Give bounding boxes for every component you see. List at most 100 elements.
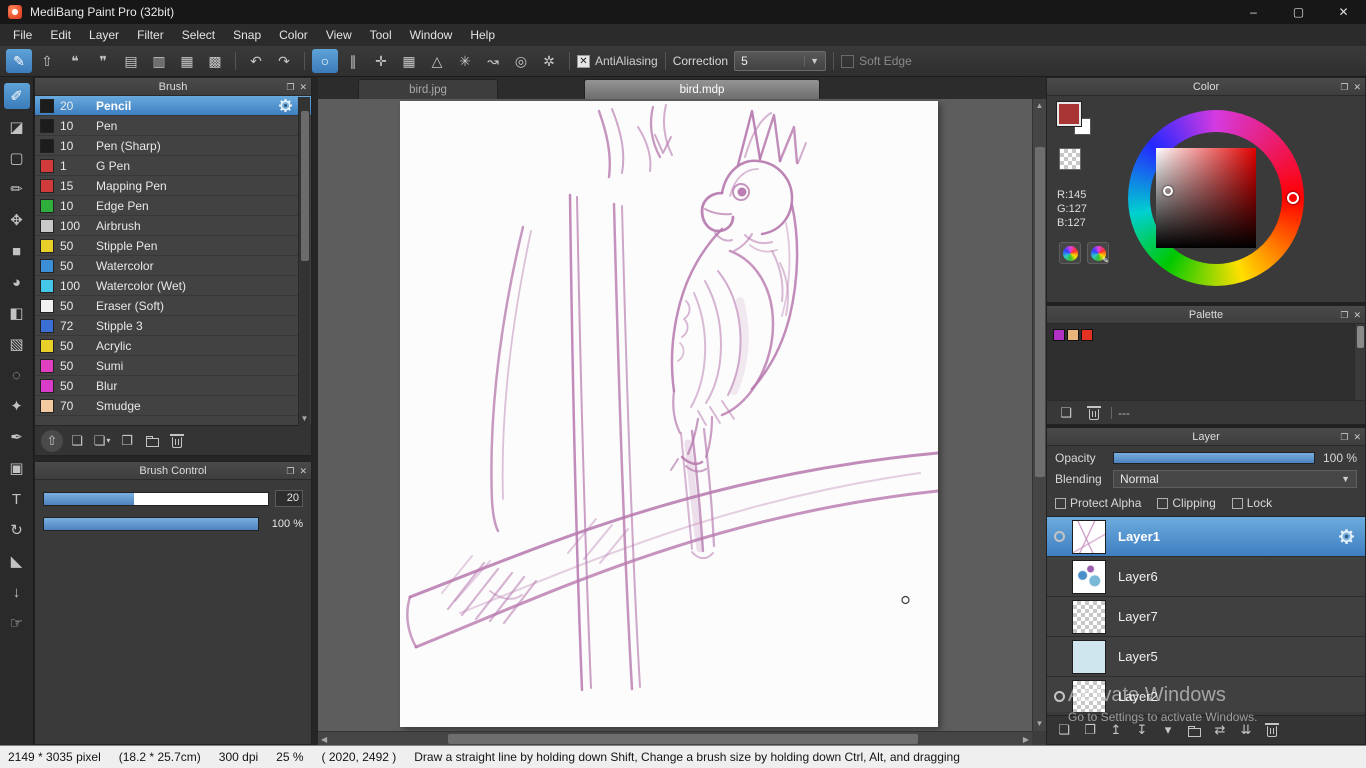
layer-visibility-icon[interactable] [1054,691,1065,702]
toolbar-notes-button[interactable]: ▥ [146,49,172,73]
toolbar-publish-button[interactable]: ⇧ [34,49,60,73]
snap-vanishing-button[interactable]: △ [424,49,450,73]
brush-row[interactable]: 50 Sumi [35,356,311,376]
minimize-button[interactable]: – [1231,0,1276,24]
delete-layer-button[interactable] [1261,719,1283,741]
layer-opacity-slider[interactable] [1113,452,1315,464]
toolbar-comment-button[interactable]: ❝ [62,49,88,73]
brush-row[interactable]: 50 Acrylic [35,336,311,356]
scroll-left-icon[interactable]: ◀ [321,735,327,745]
menu-window[interactable]: Window [401,24,462,46]
layer-row[interactable]: Layer2 [1047,677,1365,712]
palette-swatch[interactable] [1053,329,1065,341]
menu-tool[interactable]: Tool [361,24,401,46]
brush-row[interactable]: 50 Blur [35,376,311,396]
canvas-tab[interactable]: bird.mdp [584,79,820,99]
add-brush-button[interactable]: ❏ [66,430,88,452]
move-layer-down-button[interactable]: ↧ [1131,719,1153,741]
canvas-tab[interactable]: bird.jpg [358,79,498,99]
tool-lasso-button[interactable]: ◌ [4,362,30,388]
brush-list-scrollbar[interactable]: ▼ [298,97,310,426]
merge-layer-button[interactable]: ⇊ [1235,719,1257,741]
snap-radial-button[interactable]: ✳ [452,49,478,73]
snap-crisscross-button[interactable]: ✛ [368,49,394,73]
menu-edit[interactable]: Edit [41,24,80,46]
layer-menu-button[interactable]: ▾ [1157,719,1179,741]
layer-folder-button[interactable] [1183,719,1205,741]
close-icon[interactable]: ✕ [299,82,307,93]
antialiasing-checkbox[interactable]: ✕ AntiAliasing [577,54,658,68]
canvas-viewport[interactable]: ▲ ▼ ◀ ▶ [318,99,1046,745]
tool-fill-rect-button[interactable]: ■ [4,238,30,264]
layer-row[interactable]: Layer5 [1047,637,1365,677]
layer-row[interactable]: Layer6 [1047,557,1365,597]
layer-row[interactable]: Layer1 [1047,517,1365,557]
popout-icon[interactable]: ❐ [286,82,294,93]
brush-size-slider[interactable] [43,491,269,506]
add-color-button[interactable]: ❏ [1055,402,1077,424]
tool-bucket-button[interactable]: ◕ [4,269,30,295]
tool-hand-button[interactable]: ☞ [4,610,30,636]
close-icon[interactable]: ✕ [1353,82,1361,93]
scroll-right-icon[interactable]: ▶ [1023,735,1029,745]
menu-color[interactable]: Color [270,24,317,46]
scroll-down-icon[interactable]: ▼ [301,414,309,424]
snap-ellipse-button[interactable]: ◎ [508,49,534,73]
menu-filter[interactable]: Filter [128,24,173,46]
duplicate-brush-button[interactable]: ❐ [116,430,138,452]
tool-brush-button[interactable]: ✐ [3,83,30,109]
scroll-down-icon[interactable]: ▼ [1036,719,1044,729]
add-brush-menu-button[interactable]: ❏ ▾ [91,430,113,452]
saturation-value-marker[interactable] [1163,186,1173,196]
layer-settings-gear-icon[interactable] [1338,528,1355,545]
menu-file[interactable]: File [4,24,41,46]
snap-grid-button[interactable]: ▦ [396,49,422,73]
duplicate-layer-button[interactable]: ❐ [1079,719,1101,741]
toolbar-pages-button[interactable]: ▤ [118,49,144,73]
tool-div-button[interactable]: ↓ [4,579,30,605]
toolbar-brush-button[interactable]: ✎ [6,49,32,73]
snap-off-button[interactable]: ○ [312,49,338,73]
close-icon[interactable]: ✕ [1353,432,1361,443]
palette-swatch[interactable] [1081,329,1093,341]
tool-magic-wand-button[interactable]: ✦ [4,393,30,419]
palette-scrollbar[interactable] [1354,324,1365,400]
brush-row[interactable]: 100 Watercolor (Wet) [35,276,311,296]
snap-settings-button[interactable]: ✲ [536,49,562,73]
clipping-checkbox[interactable]: Clipping [1157,496,1216,510]
horizontal-scrollbar[interactable]: ◀ ▶ [318,731,1032,745]
tool-pen-button[interactable]: ✒ [4,424,30,450]
toolbar-materials-button[interactable]: ▩ [202,49,228,73]
hue-marker[interactable] [1287,192,1299,204]
snap-curve-button[interactable]: ↝ [480,49,506,73]
brush-row[interactable]: 72 Stipple 3 [35,316,311,336]
close-icon[interactable]: ✕ [299,466,307,477]
snap-parallel-button[interactable]: ∥ [340,49,366,73]
menu-view[interactable]: View [317,24,361,46]
popout-icon[interactable]: ❐ [1340,82,1348,93]
layer-row[interactable]: Layer7 [1047,597,1365,637]
vertical-scrollbar[interactable]: ▲ ▼ [1032,99,1046,731]
toolbar-chat-button[interactable]: ❞ [90,49,116,73]
lock-checkbox[interactable]: Lock [1231,496,1272,510]
brush-row[interactable]: 20 Pencil [35,96,311,116]
tool-select-button[interactable]: ▧ [4,331,30,357]
scroll-up-icon[interactable]: ▲ [1036,101,1044,111]
brush-row[interactable]: 100 Airbrush [35,216,311,236]
brush-folder-button[interactable] [141,430,163,452]
brush-row[interactable]: 1 G Pen [35,156,311,176]
brush-row[interactable]: 10 Edge Pen [35,196,311,216]
tool-move-button[interactable]: ✥ [4,207,30,233]
tool-select-pen-button[interactable]: ▣ [4,455,30,481]
color-wheel-button[interactable] [1059,242,1081,264]
soft-edge-checkbox[interactable]: Soft Edge [841,54,912,68]
popout-icon[interactable]: ❐ [1340,432,1348,443]
canvas-page[interactable] [400,101,940,727]
redo-button[interactable]: ↷ [271,49,297,73]
brush-row[interactable]: 50 Eraser (Soft) [35,296,311,316]
saturation-value-box[interactable] [1156,148,1256,248]
delete-brush-button[interactable] [166,430,188,452]
brush-row[interactable]: 10 Pen [35,116,311,136]
blending-dropdown[interactable]: Normal ▼ [1113,470,1357,488]
brush-row[interactable]: 50 Watercolor [35,256,311,276]
